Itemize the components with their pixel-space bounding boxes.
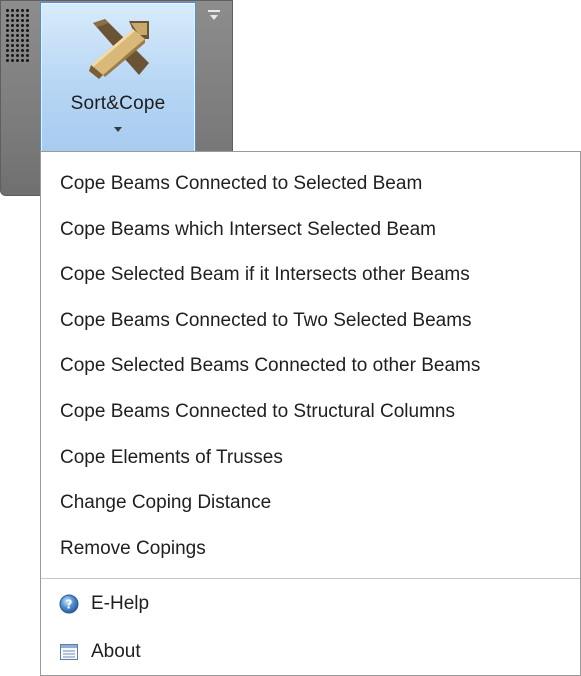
menu-item-e-help[interactable]: ? E-Help — [41, 582, 580, 626]
sort-cope-label: Sort&Cope — [70, 93, 166, 114]
help-icon: ? — [59, 594, 79, 614]
crossed-beams-icon — [89, 19, 149, 79]
menu-item-about[interactable]: About — [41, 630, 580, 674]
menu-separator — [41, 578, 580, 579]
sort-cope-button[interactable]: Sort&Cope — [40, 2, 196, 152]
stage: Sort&Cope Cope Beams Connected to Select… — [0, 0, 581, 676]
menu-item-e-help-label: E-Help — [91, 593, 150, 614]
menu-item-cope-selected-if-intersects[interactable]: Cope Selected Beam if it Intersects othe… — [41, 253, 580, 297]
menu-item-cope-connected-to-two-selected[interactable]: Cope Beams Connected to Two Selected Bea… — [41, 299, 580, 343]
menu-item-cope-truss-elements[interactable]: Cope Elements of Trusses — [41, 436, 580, 480]
panel-options-icon[interactable] — [206, 8, 222, 22]
panel-grip-icon[interactable] — [5, 8, 31, 63]
svg-text:?: ? — [66, 598, 73, 612]
menu-item-change-coping-distance[interactable]: Change Coping Distance — [41, 481, 580, 525]
about-icon — [60, 644, 78, 660]
menu-item-cope-intersect-selected[interactable]: Cope Beams which Intersect Selected Beam — [41, 208, 580, 252]
menu-item-remove-copings[interactable]: Remove Copings — [41, 527, 580, 571]
menu-item-cope-connected-to-selected[interactable]: Cope Beams Connected to Selected Beam — [41, 162, 580, 206]
menu-item-cope-selected-connected-to-other[interactable]: Cope Selected Beams Connected to other B… — [41, 344, 580, 388]
menu-item-cope-connected-to-columns[interactable]: Cope Beams Connected to Structural Colum… — [41, 390, 580, 434]
menu-button-join — [41, 152, 196, 153]
menu-item-about-label: About — [91, 641, 141, 662]
sort-cope-menu: Cope Beams Connected to Selected Beam Co… — [40, 151, 581, 676]
chevron-down-icon[interactable] — [114, 127, 122, 132]
